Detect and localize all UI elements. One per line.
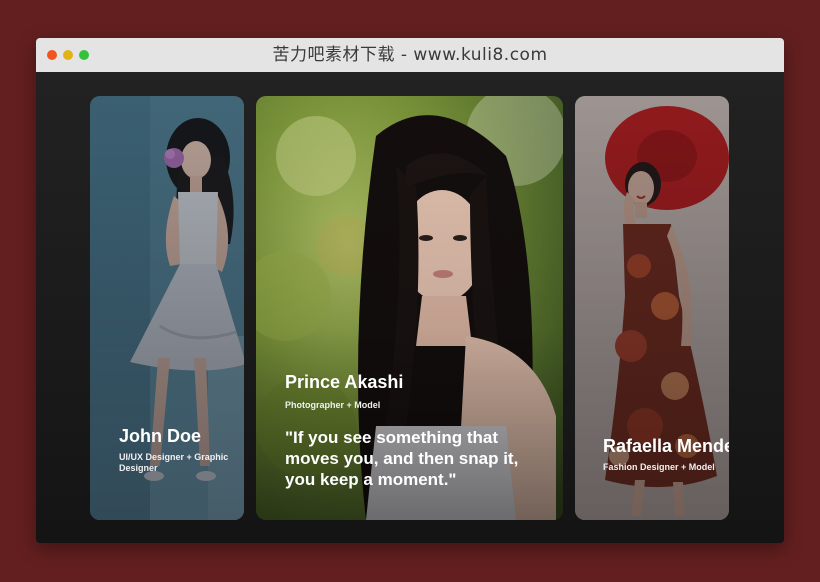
card-role: Photographer + Model	[285, 400, 381, 410]
card-gallery: John Doe UI/UX Designer + Graphic Design…	[36, 72, 784, 543]
title-bar: 苦力吧素材下载 - www.kuli8.com	[36, 38, 784, 72]
card-name: Rafaella Mendes	[603, 436, 729, 456]
card-role: Fashion Designer + Model	[603, 462, 715, 472]
profile-card-john-doe[interactable]: John Doe UI/UX Designer + Graphic Design…	[90, 96, 244, 520]
profile-card-prince-akashi[interactable]: Prince Akashi Photographer + Model "If y…	[256, 96, 563, 520]
card-role: UI/UX Designer + Graphic Designer	[119, 452, 229, 473]
browser-window: 苦力吧素材下载 - www.kuli8.com John Doe UI/UX D…	[36, 38, 784, 543]
card-name: Prince Akashi	[285, 372, 404, 392]
card-quote: "If you see something that moves you, an…	[285, 428, 519, 489]
card-name: John Doe	[119, 426, 202, 446]
profile-card-rafaella-mendes[interactable]: Rafaella Mendes Fashion Designer + Model	[575, 96, 729, 520]
window-title: 苦力吧素材下载 - www.kuli8.com	[272, 45, 548, 65]
